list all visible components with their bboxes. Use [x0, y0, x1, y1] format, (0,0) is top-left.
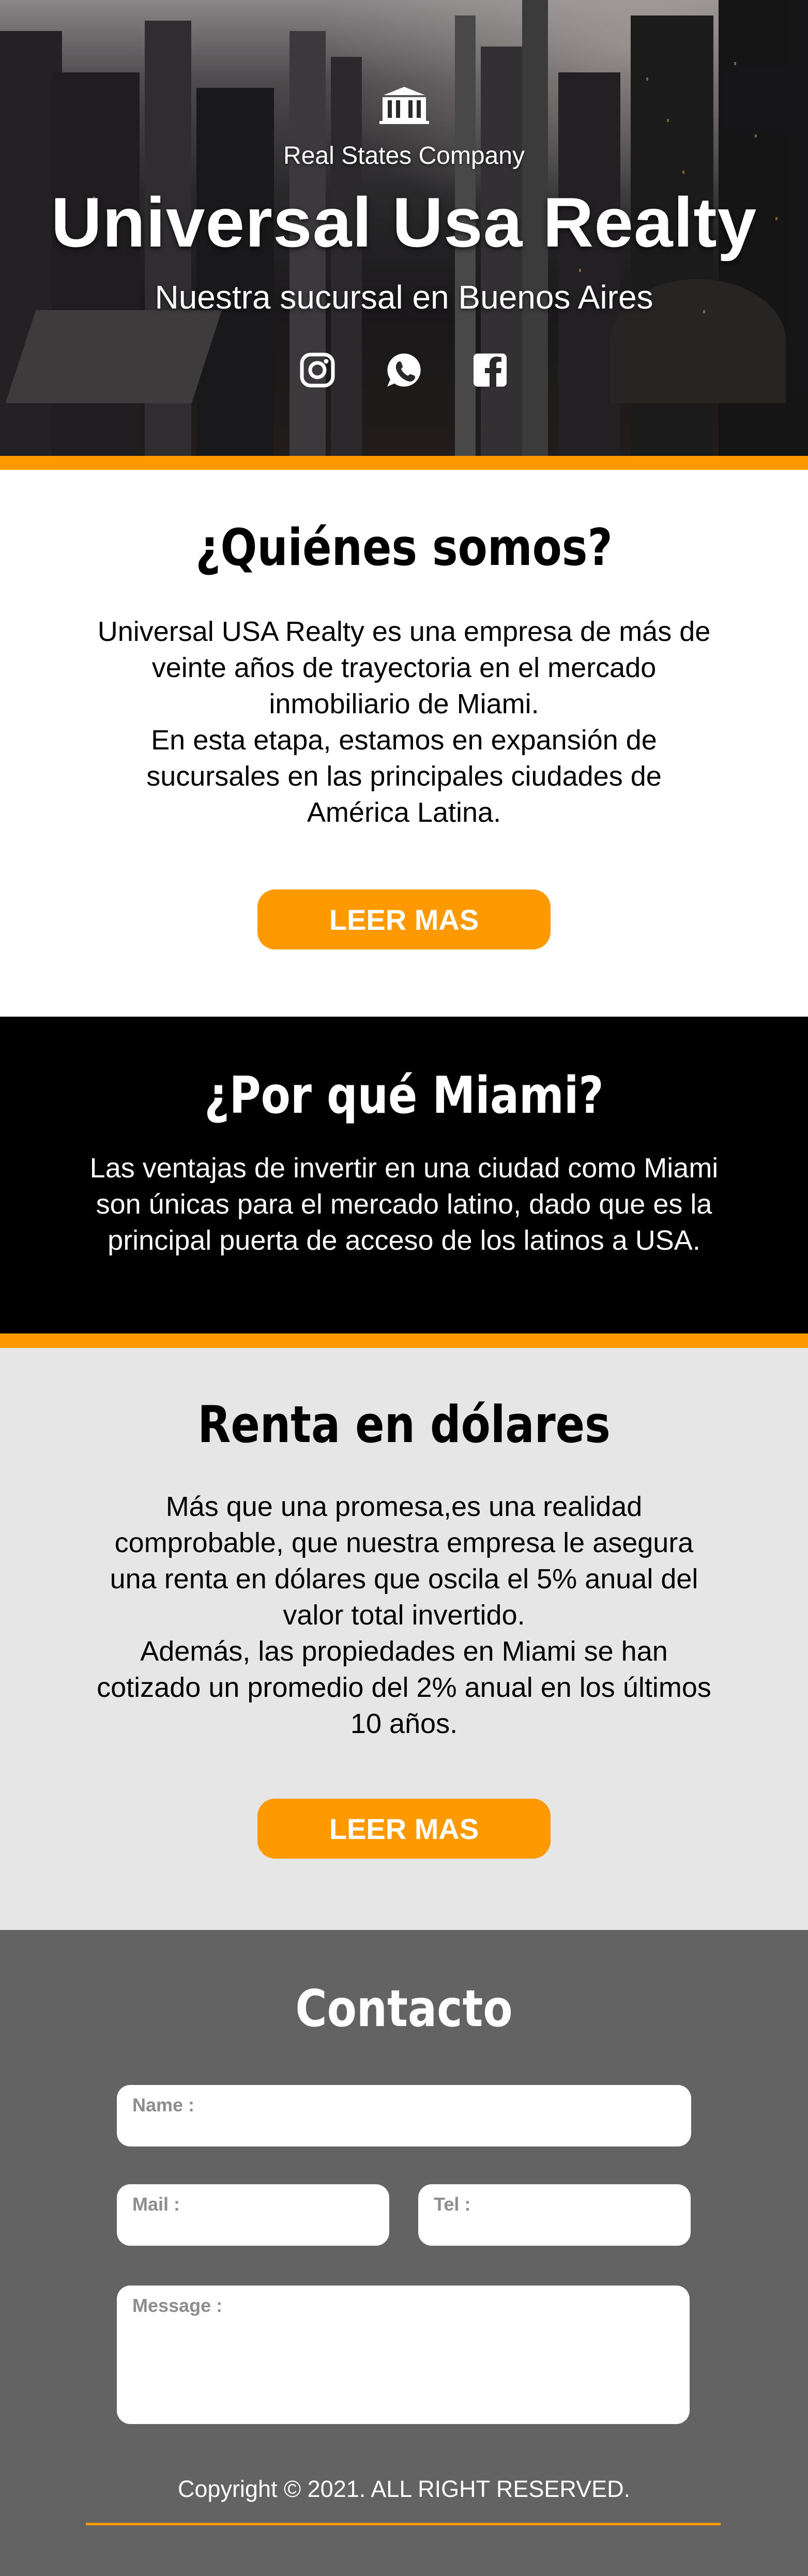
- miami-text: Las ventajas de invertir en una ciudad c…: [89, 1153, 719, 1256]
- site-title: Universal Usa Realty: [51, 183, 757, 262]
- name-label: Name :: [132, 2094, 195, 2115]
- miami-divider: [0, 1333, 808, 1348]
- renta-section: Renta en dólares Más que una promesa,es …: [0, 1348, 808, 1930]
- whatsapp-icon[interactable]: [383, 349, 424, 391]
- hero-divider: [0, 456, 808, 470]
- footer-divider: [86, 2523, 721, 2525]
- facebook-icon[interactable]: [469, 349, 511, 391]
- quienes-section: ¿Quiénes somos? Universal USA Realty es …: [0, 470, 808, 1017]
- copyright-text: Copyright © 2021. ALL RIGHT RESERVED.: [177, 2476, 631, 2502]
- contact-title: Contacto: [295, 1980, 513, 2038]
- quienes-text: Universal USA Realty es una empresa de m…: [97, 616, 711, 828]
- mail-label: Mail :: [132, 2194, 180, 2215]
- message-label: Message :: [132, 2295, 223, 2316]
- message-field[interactable]: Message :: [117, 2286, 690, 2424]
- instagram-icon[interactable]: [297, 349, 338, 391]
- company-tagline: Real States Company: [283, 142, 525, 170]
- name-field[interactable]: Name :: [117, 2085, 691, 2146]
- leer-mas-button[interactable]: LEER MAS: [257, 890, 551, 949]
- miami-section: ¿Por qué Miami? Las ventajas de invertir…: [0, 1017, 808, 1333]
- leer-mas-button-renta[interactable]: LEER MAS: [257, 1799, 551, 1859]
- hero-section: Real States Company Universal Usa Realty…: [0, 0, 808, 456]
- tel-field[interactable]: Tel :: [418, 2184, 691, 2246]
- mail-field[interactable]: Mail :: [117, 2184, 389, 2246]
- miami-title: ¿Por qué Miami?: [204, 1066, 604, 1125]
- site-subtitle: Nuestra sucursal en Buenos Aires: [155, 279, 653, 316]
- renta-text: Más que una promesa,es una realidad comp…: [97, 1491, 711, 1739]
- renta-title: Renta en dólares: [197, 1396, 611, 1454]
- quienes-title: ¿Quiénes somos?: [195, 518, 613, 577]
- building-icon: [379, 87, 429, 124]
- tel-label: Tel :: [434, 2194, 471, 2215]
